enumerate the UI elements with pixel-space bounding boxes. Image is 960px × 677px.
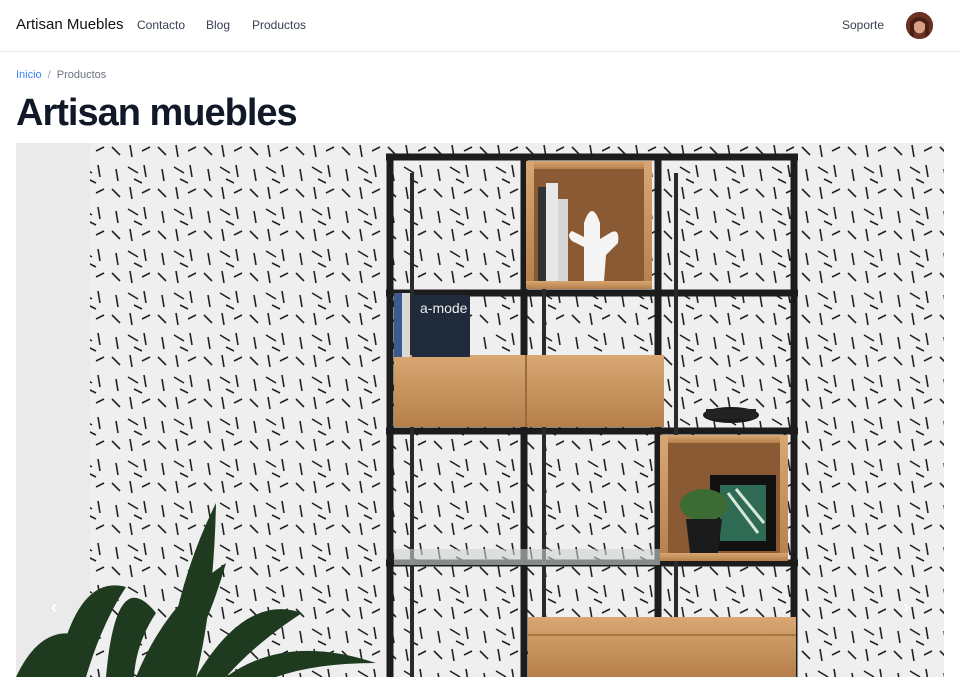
avatar-portrait-icon: [906, 12, 933, 39]
shelf-product-image: a-mode: [16, 143, 944, 677]
product-image-carousel[interactable]: a-mode ‹ ›: [16, 143, 944, 677]
breadcrumb: Inicio / Productos: [16, 69, 106, 81]
carousel-next-button[interactable]: ›: [894, 595, 918, 619]
page-title: Artisan muebles: [16, 92, 298, 134]
carousel-prev-button[interactable]: ‹: [42, 595, 66, 619]
chevron-right-icon: ›: [903, 596, 909, 617]
magazine-cover-text: a-mode: [420, 300, 468, 316]
support-link[interactable]: Soporte: [842, 18, 884, 32]
brand-logo-text[interactable]: Artisan Muebles: [16, 16, 124, 33]
top-navigation-bar: Artisan Muebles Contacto Blog Productos …: [0, 0, 960, 52]
chevron-left-icon: ‹: [51, 596, 57, 617]
nav-link-productos[interactable]: Productos: [252, 18, 306, 32]
breadcrumb-separator: /: [47, 69, 51, 81]
breadcrumb-current: Productos: [56, 69, 107, 81]
nav-link-blog[interactable]: Blog: [206, 18, 230, 32]
user-avatar[interactable]: [906, 12, 933, 39]
breadcrumb-home-link[interactable]: Inicio: [16, 69, 42, 81]
nav-link-contacto[interactable]: Contacto: [137, 18, 185, 32]
